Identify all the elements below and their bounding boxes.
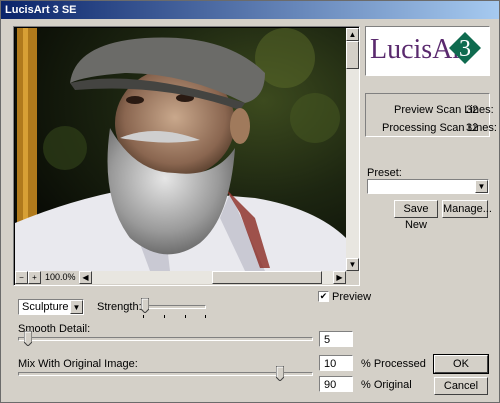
scan-lines-box: Preview Scan Lines: 32 Processing Scan L…: [365, 93, 497, 137]
preset-label: Preset:: [367, 167, 402, 179]
strength-ticks: [143, 315, 206, 319]
preview-hscrollbar[interactable]: [92, 271, 333, 284]
smooth-detail-slider-thumb[interactable]: [23, 331, 32, 346]
window-title: LucisArt 3 SE: [5, 4, 77, 16]
mix-slider-thumb[interactable]: [276, 366, 285, 381]
hscroll-thumb[interactable]: [212, 271, 322, 284]
processing-scan-lines-value: 32: [466, 122, 479, 134]
preview-scan-lines-value: 32: [466, 104, 479, 116]
original-label: % Original: [361, 379, 412, 391]
scroll-left-button[interactable]: ◀: [79, 271, 92, 284]
processed-input[interactable]: 10: [319, 355, 353, 371]
logo-box: LucisArt 3 SE: [365, 26, 490, 76]
processing-scan-lines-label: Processing Scan Lines:: [382, 122, 497, 134]
preview-vscrollbar[interactable]: ▲ ▼: [346, 28, 359, 271]
mode-dropdown[interactable]: Sculpture ▼: [18, 299, 84, 315]
logo-number: 3: [459, 36, 471, 62]
ok-button[interactable]: OK: [433, 354, 489, 374]
strength-slider-thumb[interactable]: [141, 298, 149, 313]
preview-image[interactable]: [15, 28, 346, 271]
zoom-out-button[interactable]: −: [15, 271, 28, 284]
preview-checkbox[interactable]: ✔: [318, 291, 329, 302]
scroll-up-button[interactable]: ▲: [346, 28, 359, 41]
zoom-level: 100.0%: [45, 272, 76, 282]
preview-bottom-bar: − + 100.0% ◀ ▶: [15, 271, 359, 285]
title-bar: LucisArt 3 SE: [1, 1, 499, 19]
scroll-thumb[interactable]: [346, 41, 359, 69]
strength-track[interactable]: [141, 305, 206, 309]
smooth-detail-input[interactable]: 5: [319, 331, 353, 347]
dialog-window: LucisArt 3 SE ▲ ▼ − + 100.0% ◀ ▶ Lucis 3…: [0, 0, 500, 403]
logo-edition: SE: [472, 57, 483, 66]
processed-label: % Processed: [361, 358, 426, 370]
scroll-down-button[interactable]: ▼: [346, 258, 359, 271]
mix-track[interactable]: [18, 372, 313, 376]
preview-checkbox-label: Preview: [332, 291, 372, 303]
preview-frame: ▲ ▼ − + 100.0% ◀ ▶: [13, 26, 360, 286]
preset-dropdown[interactable]: ▼: [367, 179, 489, 194]
scroll-right-button[interactable]: ▶: [333, 271, 346, 284]
mix-label: Mix With Original Image:: [18, 358, 138, 370]
original-input[interactable]: 90: [319, 376, 353, 392]
preview-scan-lines-label: Preview Scan Lines:: [394, 104, 494, 116]
zoom-in-button[interactable]: +: [28, 271, 41, 284]
mode-chevron-down-icon[interactable]: ▼: [70, 300, 83, 314]
smooth-detail-track[interactable]: [18, 337, 313, 341]
manage-button[interactable]: Manage...: [442, 200, 492, 218]
cancel-button[interactable]: Cancel: [434, 377, 488, 395]
chevron-down-icon[interactable]: ▼: [475, 180, 488, 193]
strength-label: Strength:: [97, 301, 142, 313]
save-new-button[interactable]: Save New: [394, 200, 438, 231]
